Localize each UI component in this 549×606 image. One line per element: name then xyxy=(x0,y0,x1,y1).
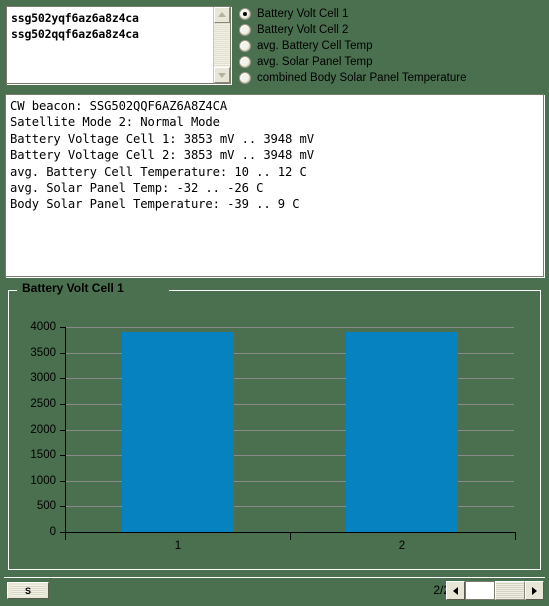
beacon-list-box[interactable]: ssg502yqf6az6a8z4ca ssg502qqf6az6a8z4ca xyxy=(6,6,231,84)
radio-mark-icon xyxy=(239,40,251,52)
y-axis-tick-label: 1500 xyxy=(30,449,56,461)
beacon-list-scrollbar[interactable] xyxy=(213,7,230,83)
y-axis-tick-label: 3000 xyxy=(30,372,56,384)
bar-chart: 4000 3500 3000 2500 2000 1500 1000 500 0 1 2 xyxy=(8,290,541,570)
bar xyxy=(346,332,458,532)
scroll-down-arrow-glyph xyxy=(218,73,226,78)
radio-battery-volt-cell-1[interactable]: Battery Volt Cell 1 xyxy=(239,6,545,22)
next-page-button[interactable] xyxy=(525,581,544,600)
radio-battery-volt-cell-2[interactable]: Battery Volt Cell 2 xyxy=(239,22,545,38)
right-triangle-icon xyxy=(532,586,537,595)
y-axis-tick xyxy=(60,506,66,507)
y-axis-tick xyxy=(60,481,66,482)
bar xyxy=(122,332,234,532)
y-axis-tick-label: 1000 xyxy=(30,475,56,487)
y-axis-tick xyxy=(60,353,66,354)
left-triangle-icon xyxy=(453,586,458,595)
radio-label: combined Body Solar Panel Temperature xyxy=(257,72,467,84)
top-panel: ssg502yqf6az6a8z4ca ssg502qqf6az6a8z4ca … xyxy=(0,0,549,90)
radio-mark-icon xyxy=(239,8,251,20)
radio-mark-icon xyxy=(239,72,251,84)
radio-mark-icon xyxy=(239,24,251,36)
radio-label: avg. Solar Panel Temp xyxy=(257,56,373,68)
radio-avg-battery-cell-temp[interactable]: avg. Battery Cell Temp xyxy=(239,38,545,54)
list-item[interactable]: ssg502yqf6az6a8z4ca xyxy=(11,10,213,26)
radio-combined-body-solar-panel-temperature[interactable]: combined Body Solar Panel Temperature xyxy=(239,70,545,86)
radio-avg-solar-panel-temp[interactable]: avg. Solar Panel Temp xyxy=(239,54,545,70)
text-line: avg. Solar Panel Temp: -32 .. -26 C xyxy=(10,181,264,196)
y-axis-tick-label: 4000 xyxy=(30,321,56,333)
pager-spacer xyxy=(495,581,525,600)
text-line: avg. Battery Cell Temperature: 10 .. 12 … xyxy=(10,164,307,179)
x-axis-end-tick xyxy=(515,532,516,540)
telemetry-radio-group: Battery Volt Cell 1 Battery Volt Cell 2 … xyxy=(239,6,545,86)
pager-controls xyxy=(446,581,544,600)
y-axis-tick xyxy=(60,404,66,405)
y-axis-tick-label: 3500 xyxy=(30,347,56,359)
scroll-up-arrow-glyph xyxy=(218,12,226,17)
x-axis-tick-label: 2 xyxy=(398,540,406,552)
radio-mark-icon xyxy=(239,56,251,68)
y-axis-tick xyxy=(60,455,66,456)
y-axis-tick xyxy=(60,327,66,328)
beacon-list[interactable]: ssg502yqf6az6a8z4ca ssg502qqf6az6a8z4ca xyxy=(7,7,213,83)
scroll-down-arrow-icon[interactable] xyxy=(214,67,230,83)
y-axis-tick xyxy=(60,378,66,379)
y-axis-tick xyxy=(60,430,66,431)
x-axis-tick xyxy=(290,532,291,540)
scroll-up-arrow-icon[interactable] xyxy=(214,7,230,23)
radio-label: avg. Battery Cell Temp xyxy=(257,40,373,52)
decoded-beacon-text-area[interactable]: CW beacon: SSG502QQF6AZ6A8Z4CA Satellite… xyxy=(5,94,544,277)
x-axis-tick-label: 1 xyxy=(174,540,182,552)
bottom-separator xyxy=(4,577,545,578)
text-line: Body Solar Panel Temperature: -39 .. 9 C xyxy=(10,197,300,212)
x-axis-start-tick xyxy=(65,532,66,540)
y-axis-tick-label: 0 xyxy=(49,526,56,538)
text-line: Battery Voltage Cell 1: 3853 mV .. 3948 … xyxy=(10,131,314,146)
previous-page-button[interactable] xyxy=(446,581,465,600)
list-item[interactable]: ssg502qqf6az6a8z4ca xyxy=(11,26,213,42)
radio-label: Battery Volt Cell 1 xyxy=(257,8,349,20)
page-number-input[interactable] xyxy=(465,581,495,600)
y-axis-tick-label: 500 xyxy=(36,500,56,512)
gridline xyxy=(66,327,514,328)
text-line: Satellite Mode 2: Normal Mode xyxy=(10,115,220,130)
plot-area: 4000 3500 3000 2500 2000 1500 1000 500 0 1 2 xyxy=(30,321,516,552)
status-button-label: S xyxy=(11,585,45,596)
status-button[interactable]: S xyxy=(7,582,49,599)
radio-label: Battery Volt Cell 2 xyxy=(257,24,349,36)
text-line: CW beacon: SSG502QQF6AZ6A8Z4CA xyxy=(10,99,228,113)
y-axis-tick-label: 2500 xyxy=(30,398,56,410)
y-axis-tick-label: 2000 xyxy=(30,424,56,436)
text-line: Battery Voltage Cell 2: 3853 mV .. 3948 … xyxy=(10,148,314,163)
